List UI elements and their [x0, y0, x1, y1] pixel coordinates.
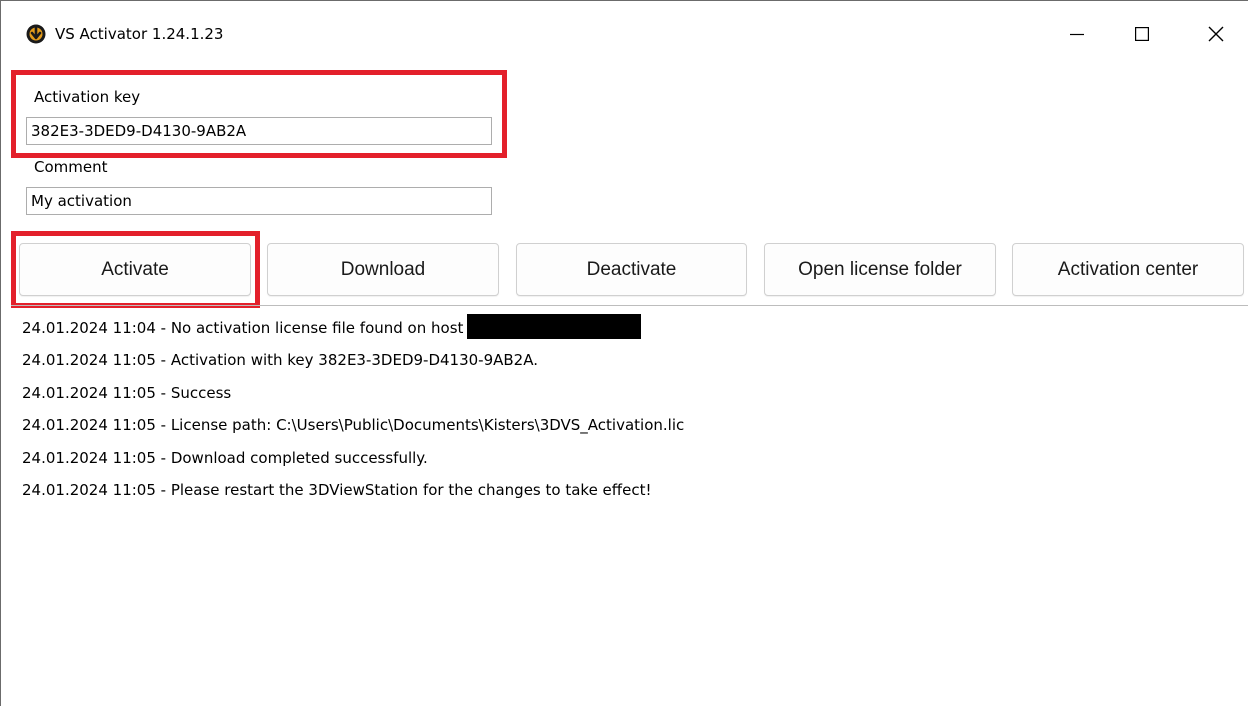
- comment-input[interactable]: [26, 187, 492, 215]
- title-bar[interactable]: VS Activator 1.24.1.23: [1, 1, 1248, 63]
- log-output: 24.01.2024 11:04 - No activation license…: [22, 312, 684, 506]
- activation-center-button[interactable]: Activation center: [1012, 243, 1244, 296]
- close-button[interactable]: [1193, 15, 1239, 53]
- activate-button[interactable]: Activate: [19, 243, 251, 296]
- maximize-button[interactable]: [1119, 15, 1165, 53]
- log-line: 24.01.2024 11:05 - Download completed su…: [22, 448, 428, 467]
- log-line: 24.01.2024 11:04 - No activation license…: [22, 312, 684, 344]
- maximize-icon: [1135, 27, 1149, 41]
- activation-key-input[interactable]: [26, 117, 492, 145]
- comment-label: Comment: [34, 158, 108, 176]
- activator-window: VS Activator 1.24.1.23 Activation key Co…: [0, 0, 1248, 706]
- log-line: 24.01.2024 11:05 - Please restart the 3D…: [22, 480, 652, 499]
- deactivate-button[interactable]: Deactivate: [516, 243, 747, 296]
- close-icon: [1208, 26, 1224, 42]
- minimize-icon: [1070, 27, 1084, 41]
- log-line: 24.01.2024 11:05 - Activation with key 3…: [22, 351, 538, 370]
- window-title: VS Activator 1.24.1.23: [55, 25, 224, 43]
- divider: [11, 305, 1248, 306]
- download-button[interactable]: Download: [267, 243, 499, 296]
- log-line: 24.01.2024 11:05 - Success: [22, 383, 232, 402]
- activation-key-label: Activation key: [34, 88, 141, 106]
- open-license-folder-button[interactable]: Open license folder: [764, 243, 996, 296]
- log-line: 24.01.2024 11:05 - License path: C:\User…: [22, 416, 685, 435]
- redacted-hostname: [467, 314, 642, 339]
- app-logo-icon: [26, 24, 46, 44]
- log-line-text: 24.01.2024 11:04 - No activation license…: [22, 319, 464, 337]
- minimize-button[interactable]: [1054, 15, 1100, 53]
